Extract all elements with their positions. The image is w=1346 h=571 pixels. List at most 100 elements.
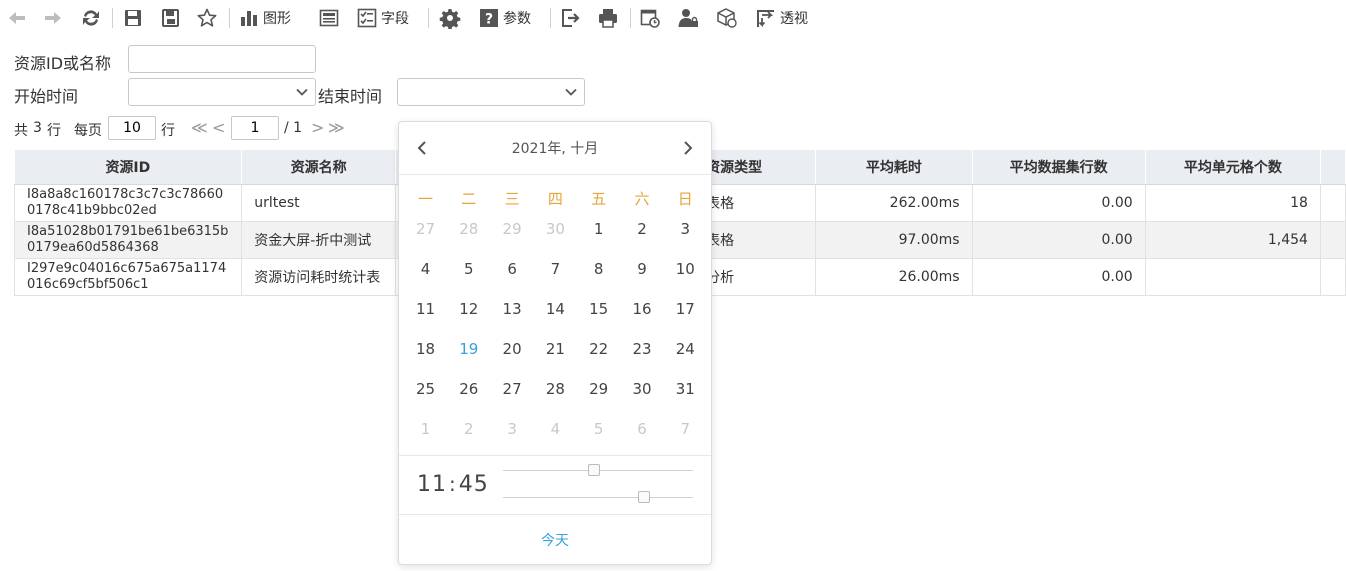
arrow-left-icon <box>9 12 25 24</box>
settings-button[interactable] <box>439 6 461 30</box>
next-page-button[interactable]: > <box>311 118 324 137</box>
calendar-day-outside[interactable]: 30 <box>534 220 577 238</box>
resource-name-cell: 资金大屏-折中测试 <box>241 221 397 259</box>
calendar-day[interactable]: 12 <box>447 300 490 318</box>
calendar-day-outside[interactable]: 27 <box>404 220 447 238</box>
calendar-day[interactable]: 14 <box>534 300 577 318</box>
calendar-day[interactable]: 20 <box>491 340 534 358</box>
calendar-day-outside[interactable]: 3 <box>491 420 534 438</box>
resource-id-cell: I8a8a8c160178c3c7c3c786600178c41b9bbc02e… <box>13 184 243 222</box>
calendar-day-outside[interactable]: 4 <box>534 420 577 438</box>
start-time-select[interactable] <box>128 78 316 106</box>
export-button[interactable] <box>560 6 582 30</box>
svg-text:?: ? <box>485 12 493 28</box>
calendar-day-outside[interactable]: 1 <box>404 420 447 438</box>
calendar-day[interactable]: 11 <box>404 300 447 318</box>
calendar-day[interactable]: 15 <box>577 300 620 318</box>
calendar-day[interactable]: 22 <box>577 340 620 358</box>
field-button[interactable]: 字段 <box>356 6 409 30</box>
calendar-day[interactable]: 1 <box>577 220 620 238</box>
column-header[interactable]: 平均耗时 <box>815 150 973 185</box>
calendar-day[interactable]: 17 <box>664 300 707 318</box>
start-time-label: 开始时间 <box>14 87 79 106</box>
calendar-day[interactable]: 16 <box>621 300 664 318</box>
column-header[interactable]: 平均单元格个数 <box>1145 150 1321 185</box>
today-button[interactable]: 今天 <box>399 530 711 550</box>
calendar-divider <box>399 514 711 515</box>
minute-slider[interactable] <box>503 497 693 498</box>
calendar-day[interactable]: 6 <box>491 260 534 278</box>
last-page-button[interactable]: ≫ <box>328 118 345 137</box>
month-title[interactable]: 2021年, 十月 <box>399 138 711 158</box>
column-header[interactable]: 平均数据集行数 <box>972 150 1146 185</box>
extra-cell <box>1319 221 1346 259</box>
column-header[interactable]: 资源ID <box>14 150 243 185</box>
end-time-label: 结束时间 <box>318 87 383 106</box>
calendar-day-outside[interactable]: 28 <box>447 220 490 238</box>
per-page-input[interactable] <box>108 116 156 140</box>
calendar-day[interactable]: 8 <box>577 260 620 278</box>
total-count: 3 <box>33 120 42 136</box>
calendar-day[interactable]: 28 <box>534 380 577 398</box>
param-button[interactable]: ? 参数 <box>478 6 531 30</box>
end-time-select[interactable] <box>397 78 585 106</box>
prev-page-button[interactable]: < <box>212 118 225 137</box>
calendar-day[interactable]: 13 <box>491 300 534 318</box>
calendar-day[interactable]: 7 <box>534 260 577 278</box>
calendar-day-outside[interactable]: 2 <box>447 420 490 438</box>
extra-cell <box>1319 258 1346 296</box>
user-permission-button[interactable] <box>677 6 699 30</box>
pivot-button[interactable]: 透视 <box>755 6 808 30</box>
toolbar: 图形 字段 ? 参数 透视 <box>0 0 1346 36</box>
favorite-button[interactable] <box>196 6 218 30</box>
avg-rows-cell: 0.00 <box>971 184 1146 222</box>
calendar-day-outside[interactable]: 6 <box>621 420 664 438</box>
calendar-day[interactable]: 21 <box>534 340 577 358</box>
layout-button[interactable] <box>318 6 340 30</box>
hour-slider-handle[interactable] <box>588 464 601 476</box>
cube-icon <box>717 8 737 28</box>
column-header[interactable]: 资源名称 <box>241 150 397 185</box>
page-number-input[interactable] <box>231 116 279 140</box>
time-separator: : <box>449 472 457 496</box>
calendar-day[interactable]: 30 <box>621 380 664 398</box>
calendar-day[interactable]: 4 <box>404 260 447 278</box>
first-page-button[interactable]: ≪ <box>191 118 208 137</box>
weekday-header: 四 <box>547 190 563 208</box>
calendar-day[interactable]: 25 <box>404 380 447 398</box>
next-month-icon[interactable] <box>681 140 695 156</box>
calendar-day-outside[interactable]: 7 <box>664 420 707 438</box>
hour-value: 11 <box>417 472 447 497</box>
minute-slider-handle[interactable] <box>637 491 650 503</box>
resource-filter-input[interactable] <box>128 45 316 73</box>
calendar-day[interactable]: 3 <box>664 220 707 238</box>
calendar-day-outside[interactable]: 5 <box>577 420 620 438</box>
forward-button[interactable] <box>42 6 64 30</box>
calendar-day[interactable]: 29 <box>577 380 620 398</box>
print-button[interactable] <box>597 6 619 30</box>
calendar-day-outside[interactable]: 29 <box>491 220 534 238</box>
calendar-day[interactable]: 27 <box>491 380 534 398</box>
back-button[interactable] <box>6 6 28 30</box>
calendar-day[interactable]: 26 <box>447 380 490 398</box>
refresh-button[interactable] <box>80 6 102 30</box>
calendar-day[interactable]: 9 <box>621 260 664 278</box>
save-button[interactable] <box>122 6 144 30</box>
chart-button[interactable]: 图形 <box>238 6 291 30</box>
calendar-day[interactable]: 18 <box>404 340 447 358</box>
calendar-day[interactable]: 5 <box>447 260 490 278</box>
calendar-day[interactable]: 24 <box>664 340 707 358</box>
avg-cells-cell: 18 <box>1144 184 1321 222</box>
save-as-button[interactable] <box>160 6 182 30</box>
calendar-day[interactable]: 31 <box>664 380 707 398</box>
calendar-day[interactable]: 10 <box>664 260 707 278</box>
calendar-day[interactable]: 23 <box>621 340 664 358</box>
schedule-button[interactable] <box>639 6 661 30</box>
resource-button[interactable] <box>716 6 738 30</box>
calendar-day[interactable]: 2 <box>621 220 664 238</box>
calendar-day[interactable]: 19 <box>447 340 490 358</box>
weekday-header: 二 <box>461 190 477 208</box>
calendar-clock-icon <box>640 9 660 28</box>
avg-time-cell: 262.00ms <box>815 184 973 222</box>
save-icon <box>125 10 141 26</box>
